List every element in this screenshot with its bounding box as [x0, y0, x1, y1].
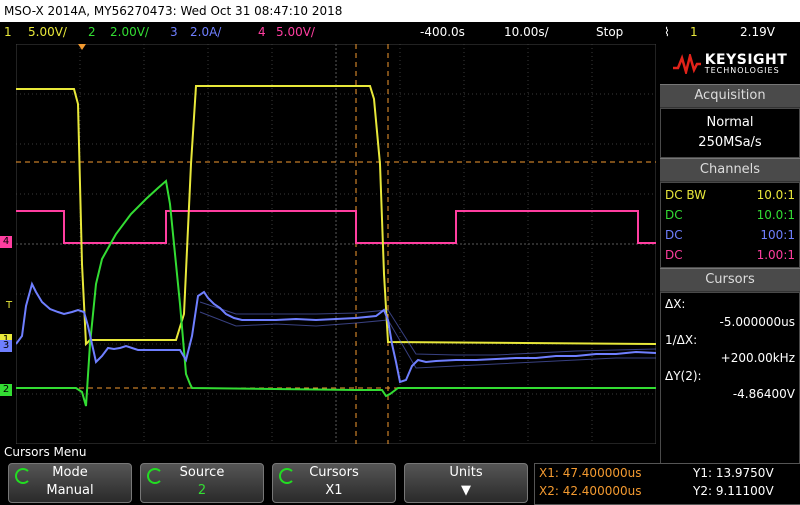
ch1-probe: 10.0:1 [756, 188, 795, 202]
channel-status-bar: 1 5.00V/ 2 2.00V/ 3 2.0A/ 4 5.00V/ -400.… [0, 22, 800, 42]
ch2-number[interactable]: 2 [88, 22, 96, 42]
channel-markers: T 1 3 4 2 [0, 44, 16, 444]
ch3-scale[interactable]: 2.0A/ [190, 22, 221, 42]
brand-name: KEYSIGHT [704, 52, 788, 68]
channel-2-row[interactable]: DC 10.0:1 [661, 205, 799, 225]
cursor-readout: X1: 47.400000us X2: 42.400000us Y1: 13.9… [534, 463, 800, 505]
channels-box[interactable]: DC BW 10.0:1 DC 10.0:1 DC 100:1 DC 1.00:… [660, 182, 800, 268]
trigger-rising-edge-icon: ⌇ [664, 25, 670, 39]
ch3-probe: 100:1 [760, 228, 795, 242]
y1-readout: Y1: 13.9750V [693, 466, 774, 480]
rotate-knob-icon [147, 468, 163, 484]
delta-y-label: ΔY(2): [665, 369, 702, 383]
rotate-knob-icon [15, 468, 31, 484]
source-softkey[interactable]: Source 2 [140, 463, 264, 503]
channel-1-row[interactable]: DC BW 10.0:1 [661, 185, 799, 205]
instrument-title: MSO-X 2014A, MY56270473: Wed Oct 31 08:4… [4, 4, 343, 18]
ch4-number[interactable]: 4 [258, 22, 266, 42]
ch2-scale[interactable]: 2.00V/ [110, 22, 149, 42]
run-state[interactable]: Stop [596, 22, 623, 42]
channels-title[interactable]: Channels [660, 158, 800, 182]
y2-readout: Y2: 9.11100V [693, 484, 774, 498]
cursors-box[interactable]: ΔX: -5.000000us 1/ΔX: +200.00kHz ΔY(2): … [660, 292, 800, 468]
ch2-coupling: DC [665, 208, 683, 222]
horizontal-delay[interactable]: -400.0s [420, 22, 465, 42]
cursors-title[interactable]: Cursors [660, 268, 800, 292]
keysight-wave-icon [672, 54, 701, 74]
trigger-t-marker[interactable]: T [6, 300, 12, 311]
units-label: Units [449, 465, 483, 480]
title-bar: MSO-X 2014A, MY56270473: Wed Oct 31 08:4… [0, 0, 800, 22]
acquisition-box[interactable]: Normal 250MSa/s [660, 108, 800, 158]
mode-value: Manual [46, 483, 94, 498]
delta-x-label: ΔX: [665, 297, 686, 311]
trigger-channel[interactable]: 1 [690, 22, 698, 42]
units-softkey[interactable]: Units ▼ [404, 463, 528, 503]
acquisition-title[interactable]: Acquisition [660, 84, 800, 108]
delta-x-value: -5.000000us [719, 315, 795, 329]
delta-y-value: -4.86400V [732, 387, 795, 401]
inverse-delta-x-value: +200.00kHz [720, 351, 795, 365]
ch4-probe: 1.00:1 [756, 248, 795, 262]
trigger-level[interactable]: 2.19V [740, 22, 775, 42]
channel-4-row[interactable]: DC 1.00:1 [661, 245, 799, 265]
ch3-ground-marker[interactable]: 3 [0, 340, 12, 352]
ch1-scale[interactable]: 5.00V/ [28, 22, 67, 42]
ch4-scale[interactable]: 5.00V/ [276, 22, 315, 42]
ch1-coupling: DC BW [665, 188, 707, 202]
down-arrow-icon: ▼ [461, 483, 471, 498]
waveform-display[interactable]: T [1, 43, 657, 445]
brand-logo: KEYSIGHT TECHNOLOGIES [660, 44, 800, 84]
timebase[interactable]: 10.00s/ [504, 22, 549, 42]
ch1-number[interactable]: 1 [4, 22, 12, 42]
mode-softkey[interactable]: Mode Manual [8, 463, 132, 503]
sample-rate: 250MSa/s [698, 135, 762, 150]
waveform-grid: T [1, 43, 657, 445]
ch2-probe: 10.0:1 [756, 208, 795, 222]
brand-sub: TECHNOLOGIES [704, 66, 780, 75]
right-panel: KEYSIGHT TECHNOLOGIES Acquisition Normal… [660, 44, 800, 468]
x1-readout: X1: 47.400000us [539, 466, 642, 480]
rotate-knob-icon [279, 468, 295, 484]
acquisition-mode: Normal [706, 115, 754, 130]
menu-title: Cursors Menu [4, 445, 87, 459]
ch2-ground-marker[interactable]: 2 [0, 384, 12, 396]
cursors-value: X1 [325, 483, 343, 498]
channel-3-row[interactable]: DC 100:1 [661, 225, 799, 245]
x2-readout: X2: 42.400000us [539, 484, 642, 498]
ch3-coupling: DC [665, 228, 683, 242]
ch4-coupling: DC [665, 248, 683, 262]
ch4-ground-marker[interactable]: 4 [0, 236, 12, 248]
source-value: 2 [197, 483, 207, 498]
ch3-number[interactable]: 3 [170, 22, 178, 42]
cursors-softkey[interactable]: Cursors X1 [272, 463, 396, 503]
inverse-delta-x-label: 1/ΔX: [665, 333, 698, 347]
